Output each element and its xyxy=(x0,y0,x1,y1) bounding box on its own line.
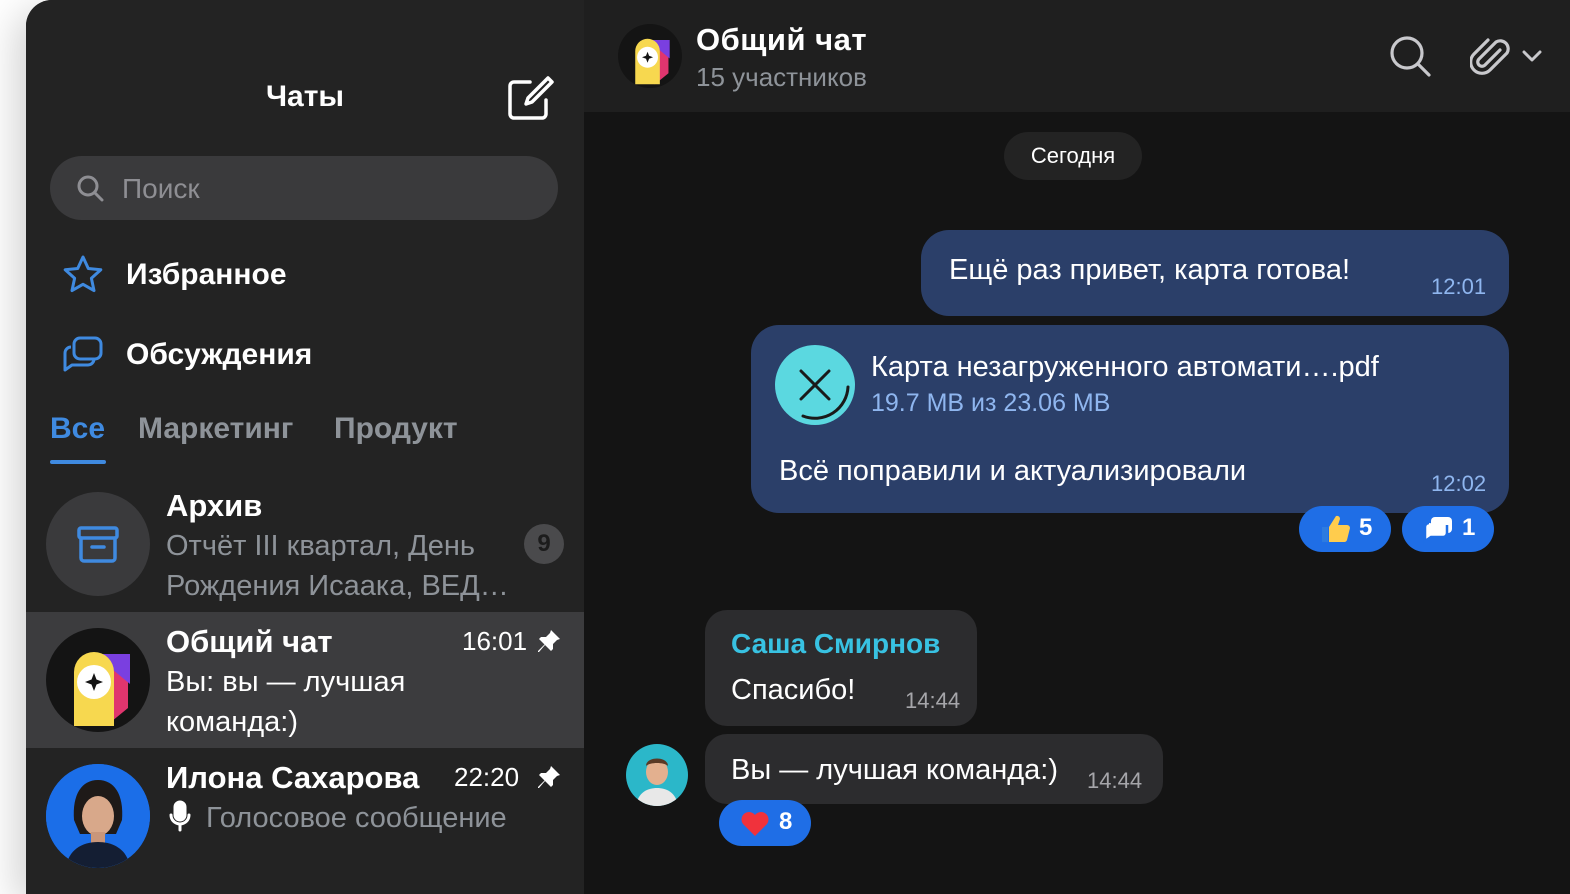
archive-icon xyxy=(77,526,119,563)
tab-all[interactable]: Все xyxy=(50,412,105,446)
chat-item-archive[interactable]: Архив Отчёт III квартал, День Рождения И… xyxy=(26,476,584,612)
incoming-message[interactable]: Вы — лучшая команда:) 14:44 xyxy=(705,734,1163,804)
tab-product[interactable]: Продукт xyxy=(334,412,458,446)
message-time: 14:44 xyxy=(1087,768,1143,793)
tab-marketing[interactable]: Маркетинг xyxy=(138,412,293,446)
chat-header: Общий чат 15 участников xyxy=(584,0,1570,112)
chat-title[interactable]: Общий чат xyxy=(696,22,867,58)
chat-avatar[interactable] xyxy=(618,24,682,88)
compose-button[interactable] xyxy=(504,72,556,124)
general-chat-logo-icon xyxy=(46,628,150,732)
thread-replies-button[interactable]: 1 xyxy=(1402,506,1494,552)
search-input[interactable] xyxy=(120,156,544,222)
pin-icon xyxy=(538,630,560,652)
app-window: Чаты Избранное Обсужден xyxy=(26,0,1570,894)
folder-tabs: Все Маркетинг Продукт xyxy=(50,412,570,464)
chat-members-count[interactable]: 15 участников xyxy=(696,62,867,93)
sender-avatar[interactable] xyxy=(626,744,688,806)
incoming-message[interactable]: Саша Смирнов Спасибо! 14:44 xyxy=(705,610,977,726)
reaction-heart[interactable]: 8 xyxy=(719,800,811,846)
active-tab-indicator xyxy=(50,460,106,464)
unread-badge: 9 xyxy=(524,524,564,564)
chat-panel: Общий чат 15 участников Сегодня Ещё раз … xyxy=(584,0,1570,894)
chat-name: Илона Сахарова xyxy=(166,760,420,795)
reaction-count: 5 xyxy=(1359,514,1373,541)
compose-icon xyxy=(508,76,554,120)
heart-icon xyxy=(741,812,769,836)
general-chat-logo-icon xyxy=(618,24,682,88)
thumbs-up-icon xyxy=(1322,515,1350,543)
nav-item-discussions[interactable]: Обсуждения xyxy=(62,330,542,380)
chevron-down-icon[interactable] xyxy=(1520,44,1544,68)
chat-item-ilona[interactable]: Илона Сахарова 22:20 Голосовое сообщение xyxy=(26,748,584,884)
chat-preview-line: Рождения Исаака, ВЕД… xyxy=(166,570,509,602)
download-progress-icon xyxy=(799,369,850,420)
avatar xyxy=(46,764,150,868)
microphone-icon xyxy=(169,800,191,832)
chat-item-general[interactable]: Общий чат 16:01 Вы: вы — лучшая команда:… xyxy=(26,612,584,748)
thread-icon xyxy=(1423,517,1452,544)
message-text: Вы — лучшая команда:) xyxy=(731,754,1058,786)
outgoing-file-message[interactable]: Карта незагруженного автомати….pdf 19.7 … xyxy=(751,325,1509,513)
chat-preview: Вы: вы — лучшая команда:) xyxy=(166,662,536,742)
reaction-count: 1 xyxy=(1462,514,1476,541)
discussions-icon xyxy=(63,336,103,372)
message-text: Ещё раз привет, карта готова! xyxy=(949,254,1351,286)
chat-preview-line: Вы: вы — лучшая xyxy=(166,666,406,698)
nav-item-label: Избранное xyxy=(126,258,287,291)
search-icon xyxy=(77,175,104,202)
chat-preview: Отчёт III квартал, День Рождения Исаака,… xyxy=(166,526,536,606)
avatar xyxy=(46,628,150,732)
chat-preview-line: команда:) xyxy=(166,706,298,738)
chat-name: Архив xyxy=(166,488,263,523)
nav-item-favorites[interactable]: Избранное xyxy=(62,250,542,300)
nav-item-label: Обсуждения xyxy=(126,338,313,371)
chat-time: 22:20 xyxy=(454,762,520,792)
file-progress: 19.7 MB из 23.06 MB xyxy=(871,389,1111,417)
file-name[interactable]: Карта незагруженного автомати….pdf xyxy=(871,351,1379,384)
message-time: 12:02 xyxy=(1431,471,1487,496)
reaction-thumbs-up[interactable]: 5 xyxy=(1299,506,1391,552)
chat-preview: Голосовое сообщение xyxy=(206,802,507,834)
message-text: Спасибо! xyxy=(731,674,856,706)
avatar xyxy=(46,492,150,596)
message-text: Всё поправили и актуализировали xyxy=(779,455,1247,487)
search-bar[interactable] xyxy=(50,156,558,222)
chat-preview-line: Отчёт III квартал, День xyxy=(166,530,476,562)
message-time: 12:01 xyxy=(1431,274,1487,299)
user-photo-icon xyxy=(46,764,150,868)
reaction-count: 8 xyxy=(779,808,793,835)
date-separator: Сегодня xyxy=(1004,132,1142,180)
paperclip-icon[interactable] xyxy=(1470,34,1512,78)
pin-icon xyxy=(538,766,560,788)
message-time: 14:44 xyxy=(905,688,961,713)
sidebar-title: Чаты xyxy=(265,80,345,113)
sender-name[interactable]: Саша Смирнов xyxy=(731,628,940,660)
star-icon xyxy=(63,255,103,293)
search-icon[interactable] xyxy=(1388,34,1432,78)
chat-time: 16:01 xyxy=(462,626,528,656)
chat-name: Общий чат xyxy=(166,624,333,659)
outgoing-message[interactable]: Ещё раз привет, карта готова! 12:01 xyxy=(921,230,1509,316)
user-photo-icon xyxy=(626,744,688,806)
cancel-download-button[interactable] xyxy=(775,345,855,425)
sidebar: Чаты Избранное Обсужден xyxy=(26,0,584,894)
